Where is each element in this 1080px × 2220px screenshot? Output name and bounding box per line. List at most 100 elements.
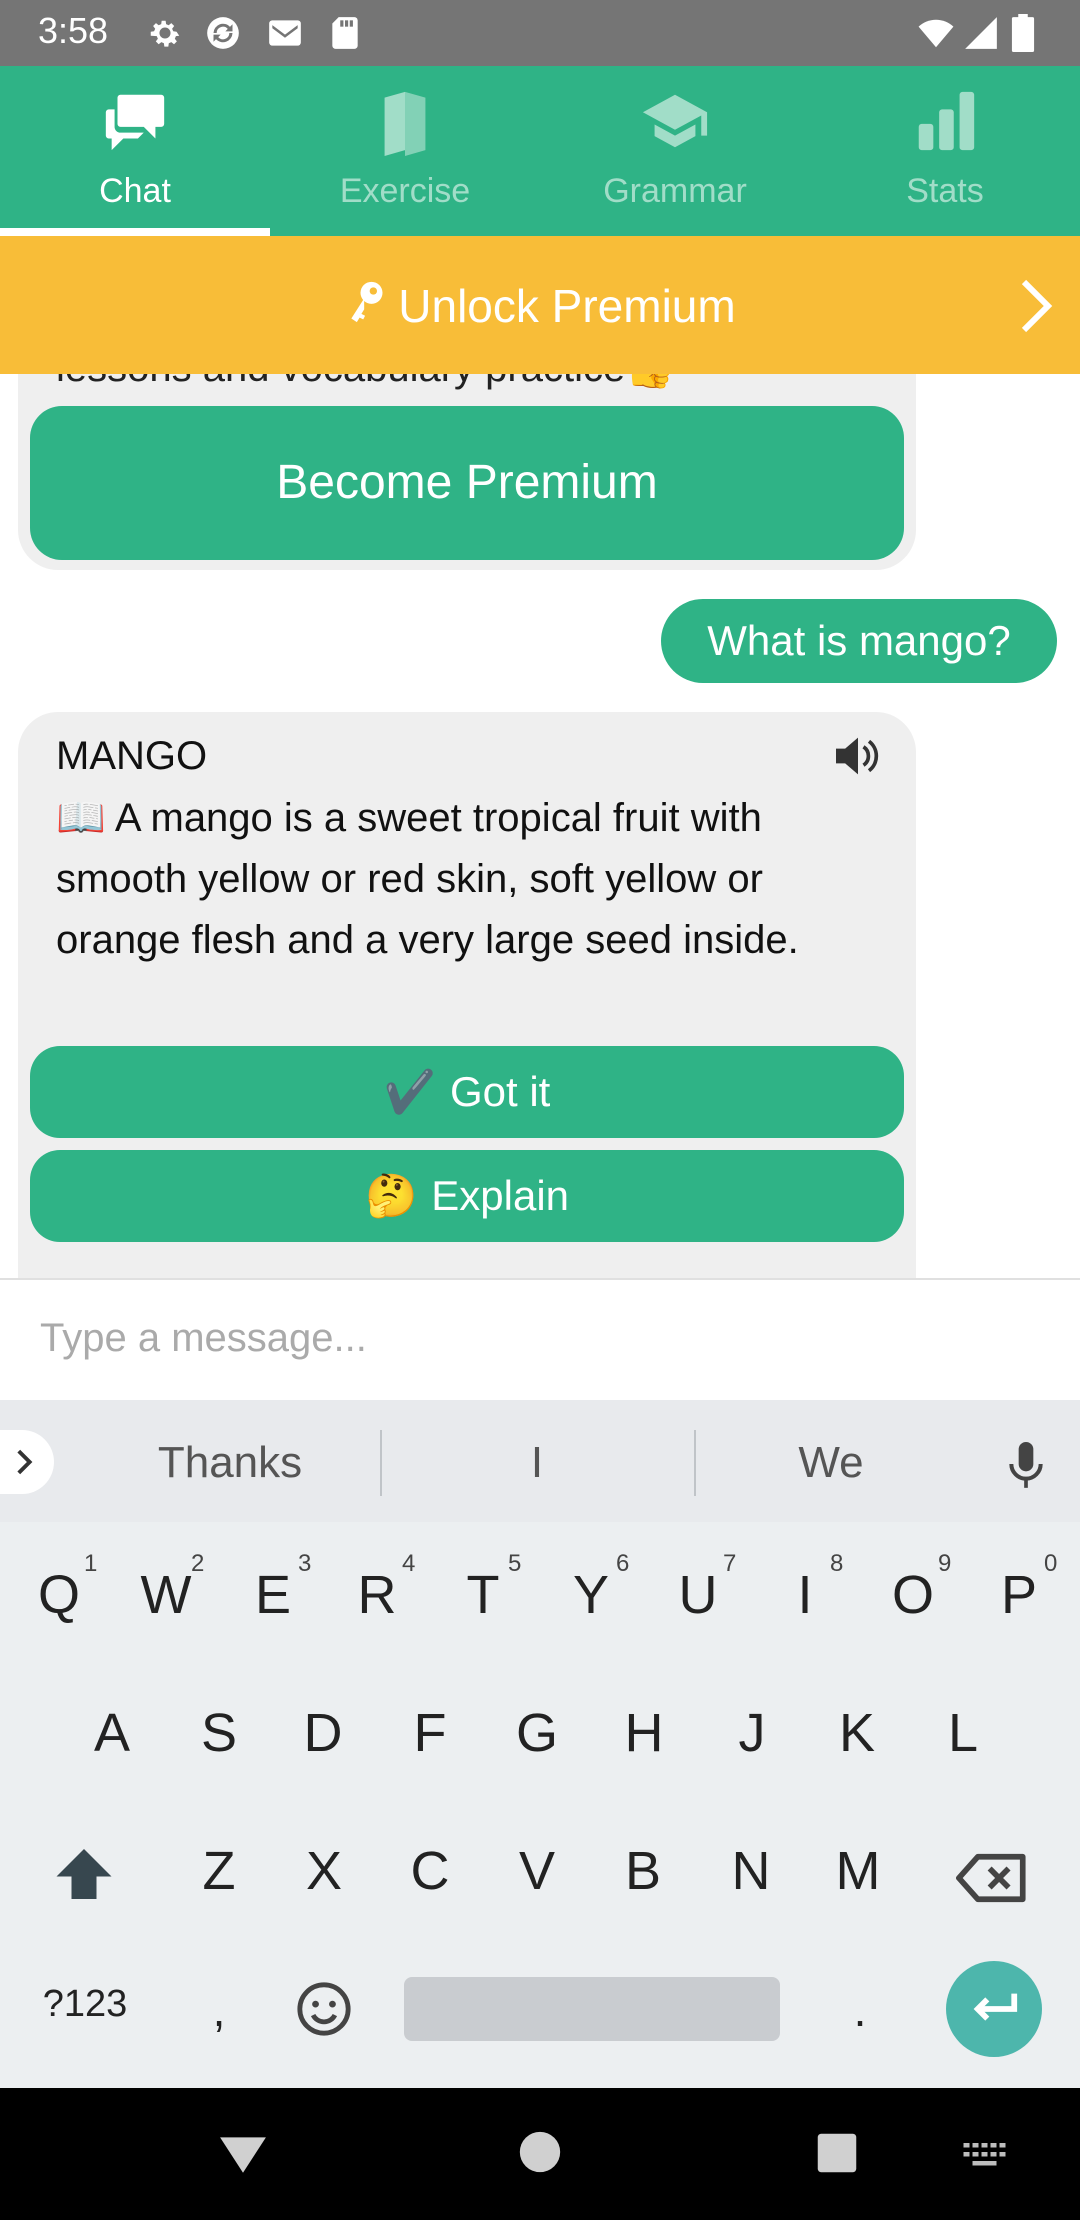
chat-messages[interactable]: lessons and vocabulary practice👍 Become …: [0, 374, 1080, 1278]
tab-grammar[interactable]: Grammar: [540, 66, 810, 236]
unlock-premium-label: Unlock Premium: [398, 280, 736, 332]
key-m[interactable]: M: [813, 1840, 903, 1902]
key-s[interactable]: S: [174, 1702, 264, 1764]
key-p[interactable]: P0: [974, 1550, 1064, 1626]
spacebar[interactable]: [404, 1977, 780, 2041]
enter-button[interactable]: [946, 1961, 1042, 2057]
key-num: 1: [84, 1550, 98, 1577]
key-num: 0: [1044, 1550, 1058, 1577]
key-y[interactable]: Y6: [546, 1550, 636, 1626]
user-message-bubble: What is mango?: [661, 599, 1057, 683]
bar-chart-icon: [918, 91, 975, 151]
got-it-button[interactable]: ✔️ Got it: [30, 1046, 904, 1138]
key-k[interactable]: K: [812, 1702, 902, 1764]
key-label: E: [254, 1565, 292, 1625]
key-i[interactable]: I8: [760, 1550, 850, 1626]
symbols-key[interactable]: ?123: [30, 1983, 140, 2026]
key-n[interactable]: N: [706, 1840, 796, 1902]
battery-icon: [1011, 14, 1035, 52]
key-u[interactable]: U7: [653, 1550, 743, 1626]
suggestion-2[interactable]: I: [382, 1438, 692, 1488]
key-label: P: [1000, 1565, 1038, 1625]
key-num: 9: [938, 1550, 952, 1577]
key-period[interactable]: .: [815, 1983, 905, 2037]
word-title: MANGO: [56, 734, 208, 778]
key-v[interactable]: V: [492, 1840, 582, 1902]
gmail-icon: [269, 20, 301, 46]
backspace-icon[interactable]: [956, 1852, 1028, 1904]
microphone-icon[interactable]: [1004, 1438, 1048, 1490]
key-l[interactable]: L: [918, 1702, 1008, 1764]
graduation-cap-icon: [642, 94, 708, 148]
key-label: I: [797, 1565, 813, 1625]
key-d[interactable]: D: [278, 1702, 368, 1764]
key-j[interactable]: J: [707, 1702, 797, 1764]
wifi-icon: [918, 19, 954, 48]
tab-exercise-label: Exercise: [339, 172, 471, 210]
tab-stats[interactable]: Stats: [810, 66, 1080, 236]
status-time: 3:58: [38, 10, 109, 51]
key-w[interactable]: W2: [121, 1550, 211, 1626]
key-num: 7: [723, 1550, 737, 1577]
suggestion-expand-button[interactable]: [0, 1430, 54, 1494]
key-label: Y: [572, 1565, 610, 1625]
key-q[interactable]: Q1: [14, 1550, 104, 1626]
settings-icon: [150, 20, 180, 47]
enter-icon: [973, 1993, 1018, 2021]
key-g[interactable]: G: [492, 1702, 582, 1764]
tab-exercise[interactable]: Exercise: [270, 66, 540, 236]
message-input-row: Type a message...: [0, 1278, 1080, 1400]
tab-grammar-label: Grammar: [603, 172, 747, 210]
signal-icon: [965, 17, 997, 49]
suggestion-1[interactable]: Thanks: [80, 1438, 380, 1488]
tab-chat-label: Chat: [99, 172, 171, 210]
tab-bar: Chat Exercise Grammar Stats: [0, 66, 1080, 236]
speaker-icon[interactable]: [832, 734, 884, 778]
suggestion-strip: Thanks I We: [0, 1400, 1080, 1522]
book-emoji: 📖: [56, 796, 106, 840]
key-a[interactable]: A: [67, 1702, 157, 1764]
key-num: 4: [402, 1550, 416, 1577]
key-label: O: [891, 1565, 934, 1625]
key-e[interactable]: E3: [228, 1550, 318, 1626]
definition-body: A mango is a sweet tropical fruit with s…: [56, 796, 799, 962]
check-emoji: ✔️: [383, 1068, 436, 1115]
shift-icon[interactable]: [54, 1846, 114, 1902]
suggestion-3[interactable]: We: [696, 1438, 966, 1488]
key-h[interactable]: H: [599, 1702, 689, 1764]
key-comma[interactable]: ,: [174, 1983, 264, 2037]
sd-card-icon: [332, 17, 358, 49]
key-o[interactable]: O9: [868, 1550, 958, 1626]
key-x[interactable]: X: [279, 1840, 369, 1902]
key-label: U: [678, 1565, 718, 1625]
back-icon[interactable]: [218, 2132, 268, 2176]
keyboard: Thanks I We Q1 W2 E3 R4 T5 Y6 U7 I8 O9 P…: [0, 1400, 1080, 2088]
keyboard-switch-icon[interactable]: [962, 2140, 1010, 2170]
key-t[interactable]: T5: [438, 1550, 528, 1626]
tab-chat[interactable]: Chat: [0, 66, 270, 236]
key-num: 5: [508, 1550, 522, 1577]
unlock-premium-banner[interactable]: Unlock Premium: [0, 236, 1080, 374]
got-it-label: Got it: [449, 1068, 551, 1115]
key-c[interactable]: C: [385, 1840, 475, 1902]
home-icon[interactable]: [518, 2130, 562, 2174]
key-num: 8: [830, 1550, 844, 1577]
explain-button[interactable]: 🤔 Explain: [30, 1150, 904, 1242]
key-label: W: [140, 1565, 192, 1625]
active-tab-indicator: [0, 228, 270, 236]
key-label: T: [466, 1565, 500, 1625]
key-label: R: [357, 1565, 397, 1625]
key-b[interactable]: B: [598, 1840, 688, 1902]
message-input[interactable]: Type a message...: [40, 1316, 367, 1361]
key-f[interactable]: F: [385, 1702, 475, 1764]
key-num: 3: [298, 1550, 312, 1577]
key-z[interactable]: Z: [174, 1840, 264, 1902]
key-icon: [351, 281, 383, 323]
key-r[interactable]: R4: [332, 1550, 422, 1626]
promo-text: lessons and vocabulary practice👍: [56, 374, 675, 391]
become-premium-button[interactable]: Become Premium: [30, 406, 904, 560]
emoji-icon[interactable]: [295, 1980, 353, 2038]
chevron-right-icon: [17, 1449, 33, 1475]
recents-icon[interactable]: [816, 2132, 858, 2174]
thinking-emoji: 🤔: [364, 1172, 418, 1219]
